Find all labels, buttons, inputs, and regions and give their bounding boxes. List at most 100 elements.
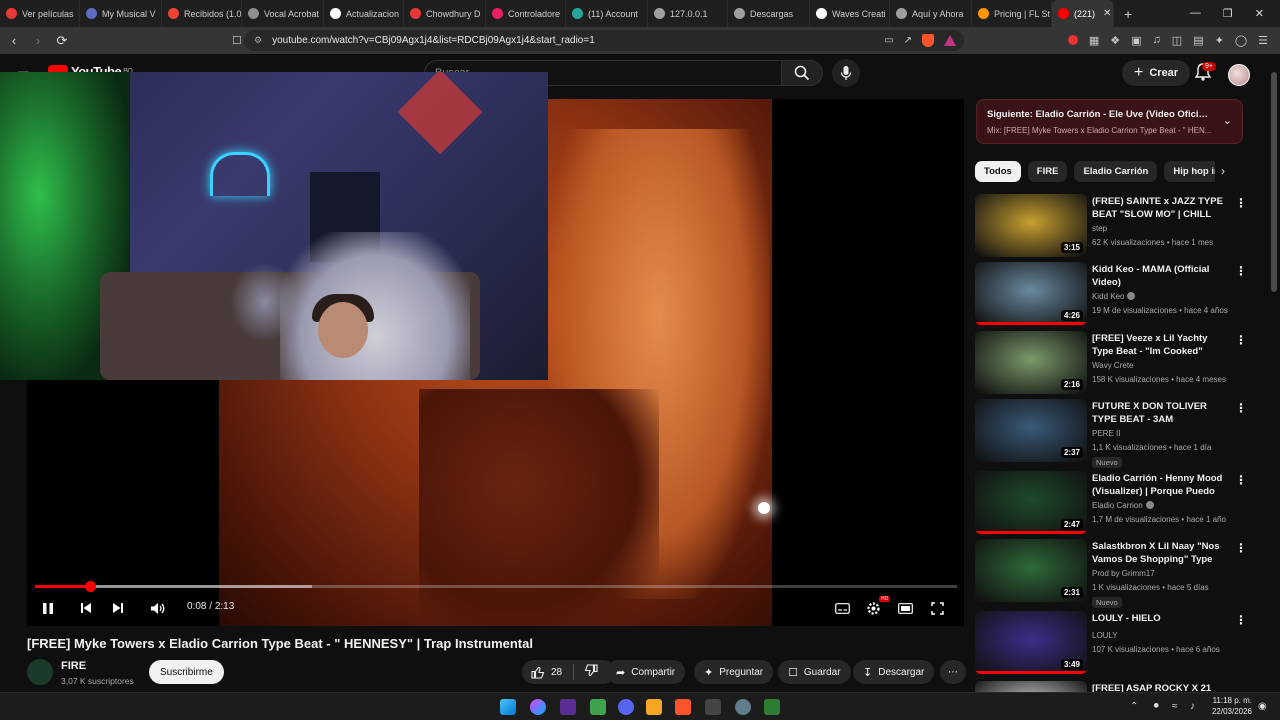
browser-tab[interactable]: Controladore [486, 0, 566, 27]
recommendation-channel[interactable]: Eladio Carrion [1092, 501, 1154, 510]
channel-name[interactable]: FIRE [61, 660, 86, 672]
channel-avatar[interactable] [27, 659, 53, 685]
recommendation-title[interactable]: Kidd Keo - MAMA (Official Video) [1092, 263, 1230, 289]
cast-icon[interactable]: ▭ [884, 35, 893, 46]
microphone-tray-icon[interactable]: ⚫ [1152, 701, 1160, 712]
create-button[interactable]: + Crear [1122, 60, 1191, 86]
recommendation-channel[interactable]: Prod by Grimm17 [1092, 569, 1155, 578]
settings-app-icon[interactable] [735, 699, 751, 715]
recommendation-channel[interactable]: PERE II [1092, 429, 1120, 438]
filter-chip[interactable]: Hip hop instru [1164, 161, 1215, 182]
menu-icon[interactable]: ☰ [1258, 34, 1268, 47]
discord-icon[interactable] [618, 699, 634, 715]
forward-button[interactable]: › [28, 33, 48, 48]
recommendation-title[interactable]: FUTURE X DON TOLIVER TYPE BEAT - 3AM [1092, 400, 1230, 426]
filter-chip[interactable]: Todos [975, 161, 1021, 182]
back-button[interactable]: ‹ [4, 33, 24, 48]
recommendation-channel[interactable]: Kidd Keo [1092, 292, 1136, 301]
leo-icon[interactable]: ✦ [1215, 34, 1224, 47]
brave-rewards-icon[interactable] [944, 35, 956, 46]
voice-search-button[interactable] [832, 59, 860, 87]
browser-tab[interactable]: Vocal Acrobat [242, 0, 324, 27]
browser-tab[interactable]: Aquí y Ahora [890, 0, 972, 27]
browser-tab[interactable]: Recibidos (1.0 [162, 0, 242, 27]
pause-button[interactable] [39, 598, 57, 618]
more-vertical-icon[interactable]: ⋮ [1235, 333, 1247, 347]
save-button[interactable]: ☐ Guardar [778, 660, 851, 684]
address-bar[interactable]: ⚙ youtube.com/watch?v=CBj09Agx1j4&list=R… [244, 30, 964, 51]
recommendation-title[interactable]: [FREE] Veeze x Lil Yachty Type Beat - "I… [1092, 332, 1230, 358]
screenshot-icon[interactable]: ▣ [1131, 34, 1141, 47]
visual-studio-icon[interactable] [560, 699, 576, 715]
more-vertical-icon[interactable]: ⋮ [1235, 541, 1247, 555]
site-info-icon[interactable]: ⚙ [254, 35, 262, 46]
record-icon[interactable] [1067, 35, 1078, 45]
more-vertical-icon[interactable]: ⋮ [1235, 264, 1247, 278]
like-button[interactable]: 28 [531, 666, 562, 679]
minecraft-icon[interactable] [590, 699, 606, 715]
recommendation-item[interactable]: 2:37 FUTURE X DON TOLIVER TYPE BEAT - 3AM… [975, 399, 1247, 468]
video-thumbnail[interactable]: 2:37 [975, 399, 1087, 462]
video-thumbnail[interactable]: 4:26 [975, 262, 1087, 325]
user-avatar[interactable] [1228, 64, 1250, 86]
browser-tab[interactable]: 127.0.0.1 [648, 0, 728, 27]
recommendation-item[interactable]: 4:26 Kidd Keo - MAMA (Official Video) Kidd… [975, 262, 1247, 326]
recommendation-title[interactable]: LOULY - HIELO [1092, 612, 1230, 625]
browser-tab[interactable]: Chowdhury D [404, 0, 486, 27]
music-icon[interactable]: ♫ [1153, 34, 1161, 47]
previous-button[interactable] [77, 598, 95, 618]
extension-icon[interactable]: ▦ [1089, 34, 1099, 47]
fullscreen-button[interactable] [927, 598, 947, 618]
recommendation-title[interactable]: Eladio Carrión - Henny Mood (Visualizer)… [1092, 472, 1230, 498]
subscribe-button[interactable]: Suscribirme [149, 660, 224, 684]
search-button[interactable] [781, 60, 823, 86]
video-thumbnail[interactable]: 3:49 [975, 611, 1087, 674]
share-button[interactable]: ➦ Compartir [606, 660, 686, 684]
restore-button[interactable]: ❐ [1223, 7, 1233, 20]
recommendation-item[interactable]: 3:49 LOULY - HIELO LOULY 107 K visualizacio… [975, 611, 1247, 675]
reload-button[interactable]: ⟳ [52, 33, 72, 49]
recommendation-channel[interactable]: step [1092, 224, 1107, 233]
theater-mode-button[interactable] [895, 598, 915, 618]
progress-scrubber-handle[interactable] [85, 581, 96, 592]
video-thumbnail[interactable]: 2:31 [975, 539, 1087, 602]
browser-tab[interactable]: (221) ✕ [1052, 0, 1114, 27]
browser-tab[interactable]: My Musical V [80, 0, 162, 27]
dislike-button[interactable] [584, 664, 598, 680]
copilot-icon[interactable] [530, 699, 546, 715]
browser-tab[interactable]: (11) Account [566, 0, 648, 27]
recommendation-item[interactable]: 2:47 Eladio Carrión - Henny Mood (Visuali… [975, 471, 1247, 535]
video-thumbnail[interactable]: 2:16 [975, 331, 1087, 394]
fl-studio-icon[interactable] [646, 699, 662, 715]
chevron-right-icon[interactable]: › [1221, 164, 1225, 178]
filter-chip[interactable]: FIRE [1027, 161, 1068, 182]
more-actions-button[interactable]: ⋯ [940, 660, 966, 684]
more-vertical-icon[interactable]: ⋮ [1235, 473, 1247, 487]
recommendation-item[interactable]: 2:16 [FREE] Veeze x Lil Yachty Type Beat … [975, 331, 1247, 395]
speaker-icon[interactable]: ♪ [1190, 701, 1195, 712]
share-icon[interactable]: ↗ [904, 35, 912, 46]
browser-tab[interactable]: Pricing | FL St [972, 0, 1052, 27]
wallet-icon[interactable]: ▤ [1193, 34, 1203, 47]
tray-overflow-icon[interactable]: ⌃ [1130, 701, 1138, 712]
more-vertical-icon[interactable]: ⋮ [1235, 401, 1247, 415]
recommendation-title[interactable]: (FREE) SAINTE x JAZZ TYPE BEAT "SLOW MO"… [1092, 195, 1230, 221]
recommendation-title[interactable]: Salastkbron X Lil Naay "Nos Vamos De Sho… [1092, 540, 1230, 566]
terminal-app-icon[interactable] [764, 699, 780, 715]
start-button-icon[interactable] [500, 699, 516, 715]
puzzle-icon[interactable]: ❖ [1110, 34, 1120, 47]
recommendation-channel[interactable]: LOULY [1092, 631, 1118, 640]
more-vertical-icon[interactable]: ⋮ [1235, 613, 1247, 627]
recommendation-item[interactable]: 2:31 Salastkbron X Lil Naay "Nos Vamos De… [975, 539, 1247, 608]
bookmark-icon[interactable]: ☐ [232, 34, 242, 47]
ask-button[interactable]: ✦ Preguntar [694, 660, 774, 684]
system-clock[interactable]: 11:18 p. m. 22/03/2026 [1200, 695, 1252, 717]
new-tab-button[interactable]: + [1114, 6, 1142, 22]
wifi-icon[interactable]: ≈ [1172, 701, 1178, 712]
browser-tab[interactable]: Descargas [728, 0, 810, 27]
volume-button[interactable] [148, 598, 168, 618]
video-thumbnail[interactable]: 2:47 [975, 471, 1087, 534]
close-window-button[interactable]: ✕ [1255, 7, 1264, 20]
chevron-down-icon[interactable]: ⌄ [1223, 114, 1232, 127]
download-button[interactable]: ↧ Descargar [853, 660, 935, 684]
